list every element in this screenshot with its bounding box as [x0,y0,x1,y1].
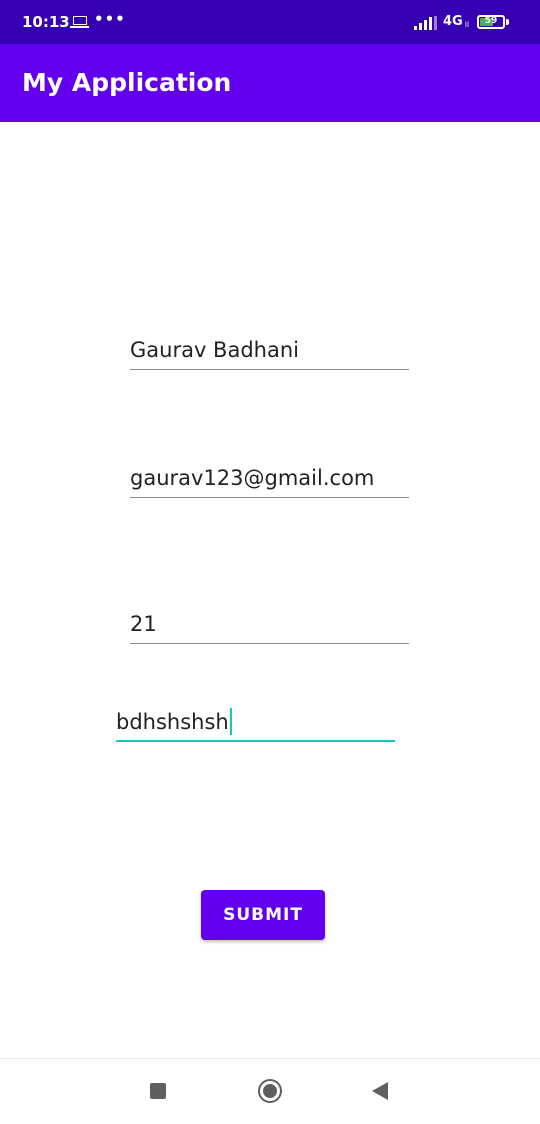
home-icon[interactable] [258,1079,282,1103]
battery-level: 59 [484,16,498,26]
focused-text-field[interactable]: bdhshshsh [116,708,395,744]
battery-icon: 59 [477,15,505,29]
focused-underline [116,740,395,742]
focused-field-value: bdhshshsh [116,710,229,734]
app-title: My Application [22,68,232,97]
focused-field-container: bdhshshsh [116,708,232,735]
network-activity: ll [465,21,469,29]
app-bar: My Application [0,44,540,122]
status-bar: 10:13 ••• 4G ll 59 [0,0,540,44]
battery-tip [506,19,509,25]
back-icon[interactable] [372,1082,388,1100]
laptop-icon [70,16,89,28]
navigation-bar [0,1058,540,1124]
email-value: gaurav123@gmail.com [130,466,375,490]
name-field[interactable]: Gaurav Badhani [130,336,409,372]
age-underline [130,643,409,644]
text-cursor [229,708,232,735]
recent-apps-icon[interactable] [150,1083,166,1099]
signal-icon [414,16,437,30]
network-type: 4G [443,14,463,29]
age-field[interactable]: 21 [130,610,409,646]
status-dots: ••• [94,10,126,28]
submit-button[interactable]: SUBMIT [201,890,325,940]
status-time: 10:13 [22,13,70,31]
email-underline [130,497,409,498]
name-underline [130,369,409,370]
email-field[interactable]: gaurav123@gmail.com [130,464,409,500]
age-value: 21 [130,612,157,636]
name-value: Gaurav Badhani [130,338,299,362]
